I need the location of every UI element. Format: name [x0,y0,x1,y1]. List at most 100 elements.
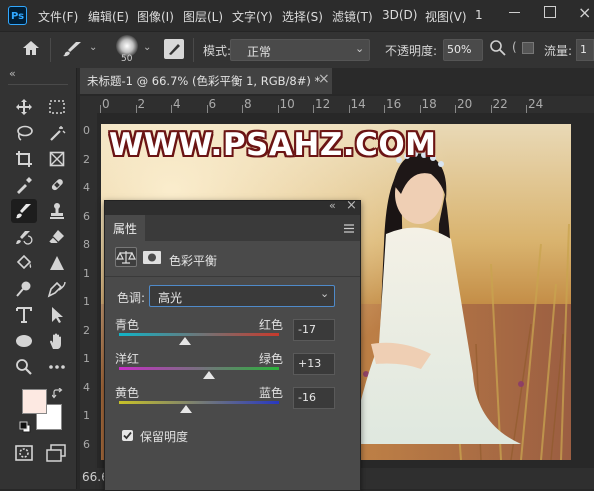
flow-field[interactable]: 1 [576,39,594,61]
move-tool-icon[interactable] [11,95,37,119]
home-icon[interactable] [22,40,40,59]
opacity-field[interactable]: 50% [443,39,483,61]
close-window-button[interactable]: × [578,3,591,22]
path-selection-tool-icon[interactable] [44,303,70,327]
slider-thumb[interactable] [180,405,193,413]
eyedropper-tool-icon[interactable] [11,173,37,197]
mode-label: 模式: [203,44,232,58]
zoom-tool-icon[interactable] [11,355,37,379]
panel-menu-icon[interactable] [344,222,354,236]
default-colors-icon[interactable] [19,421,31,436]
collapse-panel-icon[interactable]: « [329,199,336,212]
pressure-opacity-icon[interactable]: ( [512,40,517,54]
stamp-tool-icon[interactable] [44,199,70,223]
menu-type[interactable]: 文字(Y) [232,8,273,25]
menu-3d[interactable]: 3D(D) [382,8,417,22]
ruler-tick-label: 24 [528,97,544,111]
brush-tool-icon[interactable] [11,199,37,223]
eraser-tool-icon[interactable] [44,225,70,249]
minimize-button[interactable] [509,12,520,13]
pen-tool-icon[interactable] [44,277,70,301]
ruler-tick [100,105,101,113]
type-tool-icon[interactable] [11,303,37,327]
crop-tool-icon[interactable] [11,147,37,171]
paint-bucket-tool-icon[interactable] [11,251,37,275]
hand-tool-icon[interactable] [44,329,70,353]
ruler-tick-label: 1 [83,266,90,280]
menu-image[interactable]: 图像(I) [137,8,174,25]
slider-value-field[interactable]: -17 [293,319,335,341]
menu-edit[interactable]: 编辑(E) [88,8,129,25]
ruler-tick [384,105,385,113]
ruler-tick-label: 4 [173,97,181,111]
ruler-tick-label: 18 [421,97,437,111]
dodge-tool-icon[interactable] [11,277,37,301]
color-slider-track[interactable] [119,367,279,370]
ruler-tick [313,105,314,113]
marquee-tool-icon[interactable] [44,95,70,119]
ruler-tick [490,105,492,113]
swap-colors-icon[interactable] [51,387,63,402]
ruler-tick-label: 22 [492,97,508,111]
ruler-tick-label: 0 [102,97,110,111]
quick-mask-icon[interactable] [15,445,33,464]
search-icon[interactable] [489,39,507,60]
flow-toggle-icon[interactable] [522,42,534,54]
ruler-tick [242,105,243,113]
close-tab-icon[interactable]: × [318,71,330,87]
slider-thumb[interactable] [203,371,216,379]
tab-properties[interactable]: 属性 [105,215,145,241]
menu-layer[interactable]: 图层(L) [183,8,223,25]
document-tab-title: 未标题-1 @ 66.7% (色彩平衡 1, RGB/8#) * [87,74,321,88]
ruler-tick [135,105,137,113]
close-panel-icon[interactable]: × [346,198,357,213]
ruler-tick-label: 6 [83,437,90,451]
history-brush-tool-icon[interactable] [11,225,37,249]
slider-thumb[interactable] [179,337,192,345]
menu-filter[interactable]: 滤镜(T) [332,8,373,25]
collapse-panel-icon[interactable]: « [9,67,16,80]
foreground-color-swatch[interactable] [22,389,47,414]
menu-file[interactable]: 文件(F) [38,8,78,25]
slider-left-label: 洋红 [115,352,140,366]
frame-tool-icon[interactable] [44,147,70,171]
tone-value: 高光 [158,291,183,305]
menu-bar: Ps 文件(F) 编辑(E) 图像(I) 图层(L) 文字(Y) 选择(S) 滤… [0,0,594,31]
color-slider-track[interactable] [119,401,279,404]
ruler-tick-label: 1 [83,409,90,422]
menu-view[interactable]: 视图(V) [425,8,467,25]
layer-mask-icon[interactable] [143,251,161,264]
slider-value-field[interactable]: -16 [293,387,335,409]
chevron-down-icon: ⌄ [320,287,330,300]
preserve-luminosity-checkbox[interactable] [122,430,133,441]
mode-select[interactable]: 正常 ⌄ [230,39,370,61]
panel-header: « × [105,198,360,215]
chevron-down-icon[interactable]: ⌄ [143,42,151,53]
chevron-down-icon[interactable]: ⌄ [89,42,97,53]
horizontal-ruler: 0 2 4 6 8 10 12 14 16 18 20 22 24 [80,96,594,114]
slider-value-field[interactable]: +13 [293,353,335,375]
watermark-text: WWW.PSAHZ.COM [109,127,437,163]
ruler-tick-label: 8 [83,238,90,251]
mode-value: 正常 [247,45,272,59]
maximize-button[interactable] [544,6,556,18]
tab-label: 属性 [113,222,138,236]
magic-wand-tool-icon[interactable] [44,121,70,145]
brush-settings-icon[interactable] [164,39,184,59]
document-tab[interactable]: 未标题-1 @ 66.7% (色彩平衡 1, RGB/8#) * × [80,68,332,94]
lasso-tool-icon[interactable] [11,121,37,145]
healing-brush-tool-icon[interactable] [44,173,70,197]
ruler-tick-label: 20 [457,97,473,111]
menu-select[interactable]: 选择(S) [282,8,323,25]
sharpen-tool-icon[interactable] [44,251,70,275]
more-tools-icon[interactable] [44,355,70,379]
tools-panel: « [0,67,77,489]
brush-tool-icon[interactable] [62,40,84,61]
ellipse-tool-icon[interactable] [11,329,37,353]
menu-overflow[interactable]: 1 [475,8,483,22]
ruler-tick-label: 4 [83,380,90,394]
ruler-tick-label: 1 [83,352,90,365]
screen-mode-icon[interactable] [46,444,66,465]
tone-select[interactable]: 高光 ⌄ [149,285,335,307]
color-slider-track[interactable] [119,333,279,336]
